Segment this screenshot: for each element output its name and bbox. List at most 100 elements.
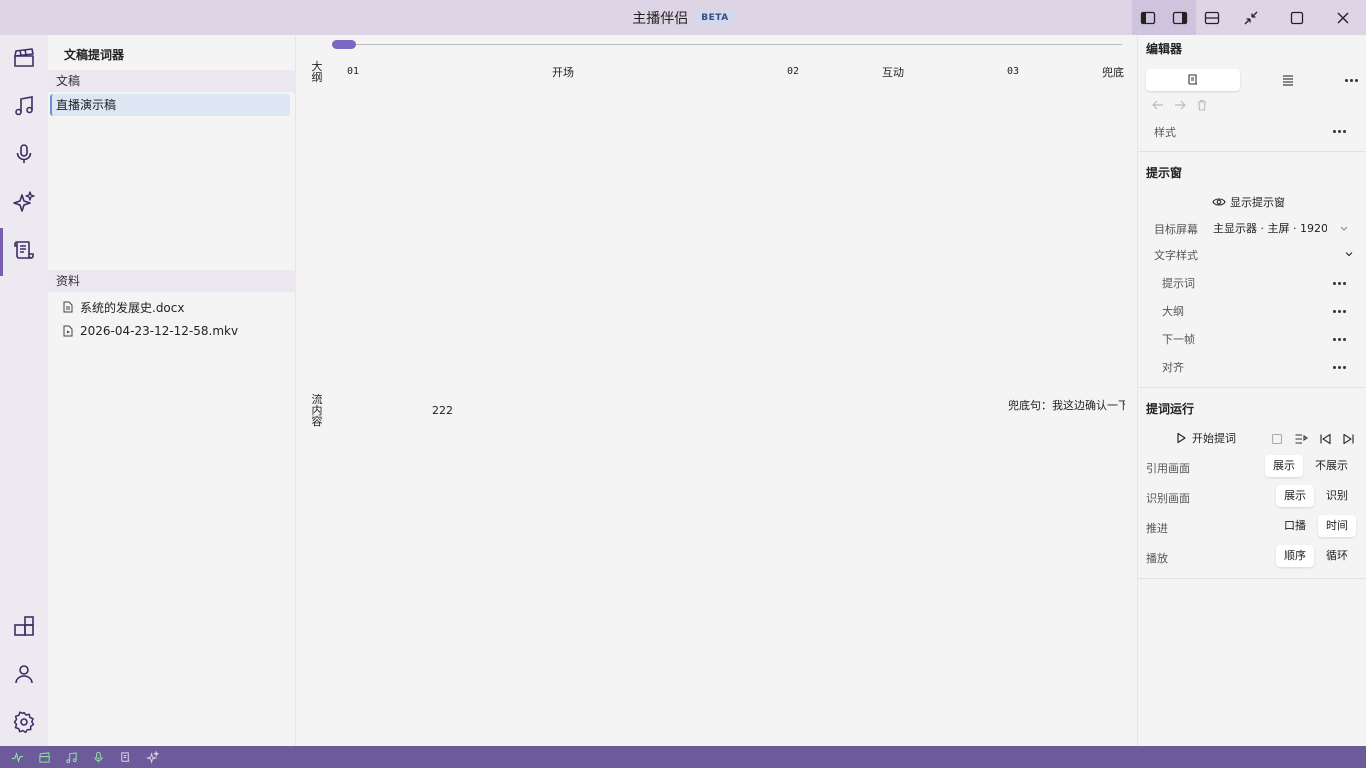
file-icon — [63, 325, 73, 337]
editor-more-button[interactable] — [1343, 74, 1359, 86]
section-number: 01 — [347, 66, 360, 77]
option-show-button[interactable]: 展示 — [1276, 485, 1314, 507]
scripts-header[interactable]: 文稿 — [48, 70, 296, 92]
outline-row-label: 大纲 — [311, 60, 323, 84]
editor-tab-script[interactable] — [1146, 69, 1240, 91]
horizontal-scroll-track[interactable] — [332, 44, 1122, 45]
status-bar — [0, 746, 1366, 768]
next-button[interactable] — [1341, 431, 1357, 447]
materials-header[interactable]: 资料 — [48, 270, 296, 292]
left-panel-icon — [1140, 11, 1156, 24]
rail-settings-button[interactable] — [0, 700, 48, 744]
outline-more-button[interactable] — [1331, 305, 1347, 317]
prompt-text-more-button[interactable] — [1331, 277, 1347, 289]
text-style-label[interactable]: 文字样式 — [1154, 247, 1198, 263]
activity-icon[interactable] — [11, 751, 24, 764]
queue-button[interactable] — [1293, 431, 1309, 447]
arrow-left-icon — [1152, 100, 1163, 110]
title-bar: 主播伴侣 BETA — [0, 0, 1366, 35]
rail-script-button[interactable] — [0, 228, 48, 276]
rail-voice-button[interactable] — [0, 132, 48, 176]
sparkles-icon[interactable] — [146, 750, 159, 764]
prompter-heading: 提示窗 — [1146, 166, 1183, 180]
clapperboard-icon[interactable] — [38, 751, 51, 764]
script-icon[interactable] — [119, 751, 132, 764]
settings-icon — [13, 711, 35, 734]
stop-icon — [1271, 433, 1283, 445]
rail-music-button[interactable] — [0, 84, 48, 128]
stop-button[interactable] — [1269, 431, 1285, 447]
toggle-bottom-panel-button[interactable] — [1196, 0, 1228, 35]
style-label: 样式 — [1154, 126, 1176, 139]
next-frame-more-button[interactable] — [1331, 333, 1347, 345]
previous-button[interactable] — [1317, 431, 1333, 447]
toggle-right-panel-button[interactable] — [1164, 0, 1196, 35]
script-icon — [1188, 74, 1198, 85]
chevron-down-icon[interactable] — [1344, 249, 1354, 259]
align-more-button[interactable] — [1331, 361, 1347, 373]
rail-extensions-button[interactable] — [0, 604, 48, 648]
delete-button[interactable] — [1194, 97, 1210, 113]
rail-account-button[interactable] — [0, 652, 48, 696]
microphone-icon[interactable] — [92, 751, 105, 764]
back-button[interactable] — [1150, 97, 1166, 113]
section-number: 02 — [787, 66, 800, 77]
divider — [1138, 151, 1366, 152]
script-canvas[interactable]: 大纲 01 开场 02 互动 03 兜底 流内容 222 兜底句：我这边确认一下 — [297, 35, 1135, 746]
maximize-icon — [1290, 11, 1304, 24]
option-label: 播放 — [1146, 552, 1168, 565]
music-icon — [15, 96, 33, 116]
align-label: 对齐 — [1162, 361, 1184, 374]
material-item[interactable]: 2026-04-23-12-12-58.mkv — [62, 321, 238, 341]
music-icon[interactable] — [65, 751, 78, 764]
section-title[interactable]: 互动 — [882, 64, 904, 80]
extensions-icon — [14, 616, 34, 636]
option-sequential-button[interactable]: 顺序 — [1276, 545, 1314, 567]
content-item[interactable]: 兜底句：我这边确认一下 — [1008, 397, 1125, 413]
material-item[interactable]: 系统的发展史.docx — [62, 297, 184, 317]
bottom-panel-icon — [1204, 11, 1220, 24]
show-prompter-button[interactable]: 显示提示窗 — [1212, 193, 1285, 211]
editor-heading: 编辑器 — [1146, 42, 1183, 56]
list-play-icon — [1295, 434, 1308, 444]
inspector-panel: 编辑器 样式 提示窗 显示提示窗 目标屏幕 主显示器 · 主屏 · 1920x1… — [1137, 35, 1366, 746]
user-icon — [15, 665, 33, 684]
trash-icon — [1198, 99, 1206, 111]
rail-ai-button[interactable] — [0, 180, 48, 224]
start-prompting-button[interactable]: 开始提词 — [1174, 429, 1236, 447]
app-title: 主播伴侣 — [632, 10, 689, 27]
script-panel: 文稿提词器 文稿 直播演示稿 资料 系统的发展史.docx 2026-04-23… — [48, 35, 296, 746]
option-hide-button[interactable]: 不展示 — [1307, 455, 1356, 477]
forward-button[interactable] — [1172, 97, 1188, 113]
option-recognize-button[interactable]: 识别 — [1318, 485, 1356, 507]
next-frame-label: 下一帧 — [1162, 333, 1195, 346]
skip-forward-icon — [1343, 433, 1354, 445]
rail-scenes-button[interactable] — [0, 36, 48, 80]
target-screen-select[interactable]: 主显示器 · 主屏 · 1920x1080 — [1213, 219, 1353, 237]
option-show-button[interactable]: 展示 — [1265, 455, 1303, 477]
section-title[interactable]: 兜底 — [1102, 64, 1125, 80]
editor-tab-list[interactable] — [1278, 72, 1298, 88]
toggle-left-panel-button[interactable] — [1132, 0, 1164, 35]
beta-badge: BETA — [696, 11, 734, 24]
eye-icon — [1212, 198, 1226, 206]
close-icon — [1337, 12, 1349, 23]
close-button[interactable] — [1320, 0, 1366, 35]
sparkles-icon — [13, 191, 35, 212]
target-screen-value: 主显示器 · 主屏 · 1920x1080 — [1213, 222, 1327, 235]
option-label: 引用画面 — [1146, 462, 1190, 475]
option-label: 识别画面 — [1146, 492, 1190, 505]
option-loop-button[interactable]: 循环 — [1318, 545, 1356, 567]
script-item[interactable]: 直播演示稿 — [50, 94, 290, 116]
content-item[interactable]: 222 — [432, 404, 453, 417]
style-more-button[interactable] — [1331, 125, 1347, 137]
option-time-button[interactable]: 时间 — [1318, 515, 1356, 537]
section-title[interactable]: 开场 — [552, 64, 574, 80]
collapse-button[interactable] — [1228, 0, 1274, 35]
prompt-text-label: 提示词 — [1162, 277, 1195, 290]
panel-title: 文稿提词器 — [64, 48, 125, 62]
divider — [1138, 387, 1366, 388]
maximize-button[interactable] — [1274, 0, 1320, 35]
horizontal-scroll-thumb[interactable] — [332, 40, 356, 49]
option-voice-button[interactable]: 口播 — [1276, 515, 1314, 537]
